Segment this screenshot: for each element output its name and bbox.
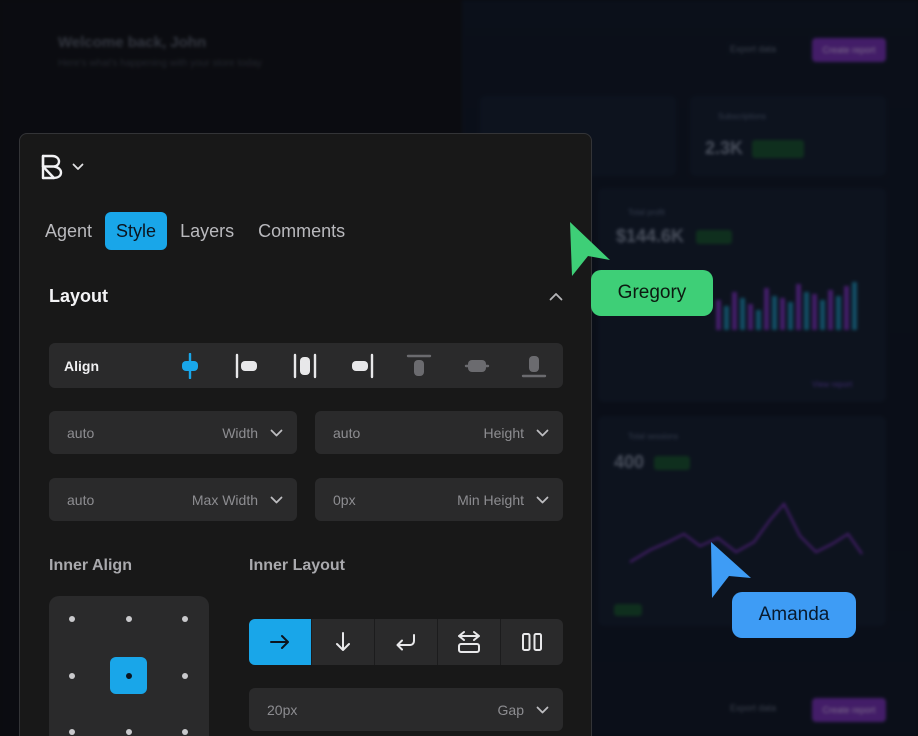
section-title: Layout [49, 286, 109, 306]
selected-dot-icon [125, 672, 132, 679]
cursor-pointer-icon [711, 542, 751, 598]
align-space-between-icon[interactable] [276, 343, 333, 388]
width-field[interactable]: auto Width [49, 411, 297, 454]
align-toolbar: Align [49, 343, 563, 388]
min-height-label: Min Height [457, 491, 524, 508]
tab-style[interactable]: Style [105, 212, 168, 250]
align-point-bottom-right[interactable] [182, 729, 188, 735]
gap-field[interactable]: 20px Gap [249, 688, 563, 731]
inner-align-title: Inner Align [49, 557, 132, 574]
layout-section-header[interactable]: Layout [49, 286, 563, 307]
align-point-bottom-left[interactable] [69, 729, 75, 735]
inner-layout-title: Inner Layout [249, 557, 346, 574]
chevron-down-icon [270, 496, 283, 504]
align-left-icon[interactable] [218, 343, 275, 388]
align-point-bottom-center[interactable] [126, 729, 132, 735]
chevron-up-icon[interactable] [549, 288, 563, 306]
align-label: Align [64, 357, 99, 374]
inner-align-grid [49, 596, 209, 736]
arrow-right-icon [270, 635, 289, 649]
space-between-icon [458, 631, 480, 653]
background-card-label: Total profit [628, 208, 665, 217]
columns-button[interactable] [500, 619, 563, 665]
background-badge [696, 230, 732, 244]
collaborator-tag-gregory: Gregory [591, 270, 713, 316]
align-point-middle-right[interactable] [182, 673, 188, 679]
background-export-link: Export data [730, 44, 777, 54]
gap-label: Gap [497, 701, 524, 718]
min-height-value: 0px [333, 491, 356, 508]
align-point-center[interactable] [110, 657, 147, 694]
align-top-icon[interactable] [391, 343, 448, 388]
background-cta-button: Create report [812, 38, 886, 62]
max-width-label: Max Width [191, 491, 258, 508]
background-badge [614, 604, 642, 616]
wrap-icon [396, 634, 415, 651]
wrap-button[interactable] [374, 619, 437, 665]
width-value: auto [67, 424, 95, 441]
height-field[interactable]: auto Height [315, 411, 563, 454]
chevron-down-icon [536, 429, 549, 437]
space-between-button[interactable] [437, 619, 500, 665]
chevron-down-icon [72, 163, 84, 171]
background-card-label: Total sessions [628, 432, 679, 441]
chevron-down-icon [270, 429, 283, 437]
align-center-v-icon[interactable] [448, 343, 505, 388]
align-point-middle-left[interactable] [69, 673, 75, 679]
background-subtitle: Here's what's happening with your store … [58, 58, 262, 69]
min-height-field[interactable]: 0px Min Height [315, 478, 563, 521]
align-center-h-icon[interactable] [161, 343, 218, 388]
background-greeting: Welcome back, John [58, 34, 207, 51]
background-link: View report [812, 380, 853, 389]
arrow-down-icon [336, 632, 350, 651]
tab-comments[interactable]: Comments [247, 212, 356, 250]
brand-logo-icon [40, 154, 64, 180]
max-width-field[interactable]: auto Max Width [49, 478, 297, 521]
background-card-value: 2.3K [705, 138, 744, 158]
columns-icon [522, 633, 542, 651]
collaborator-tag-amanda: Amanda [732, 592, 856, 638]
background-export-link: Export data [730, 703, 777, 713]
max-width-value: auto [67, 491, 95, 508]
tab-agent[interactable]: Agent [34, 212, 103, 250]
style-panel: Agent Style Layers Comments Layout Align [19, 133, 592, 736]
background-cta-button: Create report [812, 698, 886, 722]
background-card-value: 400 [614, 452, 645, 472]
tab-layers[interactable]: Layers [169, 212, 245, 250]
background-card [690, 96, 886, 176]
chevron-down-icon [536, 496, 549, 504]
height-value: auto [333, 424, 361, 441]
direction-column-button[interactable] [311, 619, 374, 665]
app-menu[interactable] [40, 154, 84, 180]
align-right-icon[interactable] [333, 343, 390, 388]
align-point-top-right[interactable] [182, 616, 188, 622]
inner-layout-toggle [249, 619, 563, 665]
align-bottom-icon[interactable] [506, 343, 563, 388]
chevron-down-icon [536, 706, 549, 714]
width-label: Width [222, 424, 258, 441]
background-card-label: Subscriptions [718, 112, 767, 121]
background-card-value: $144.6K [616, 226, 685, 246]
background-badge [654, 456, 690, 470]
align-point-top-center[interactable] [126, 616, 132, 622]
align-point-top-left[interactable] [69, 616, 75, 622]
height-label: Height [483, 424, 524, 441]
background-badge [752, 140, 804, 158]
direction-row-button[interactable] [249, 619, 311, 665]
gap-value: 20px [267, 701, 298, 718]
panel-tabs: Agent Style Layers Comments [34, 212, 356, 250]
